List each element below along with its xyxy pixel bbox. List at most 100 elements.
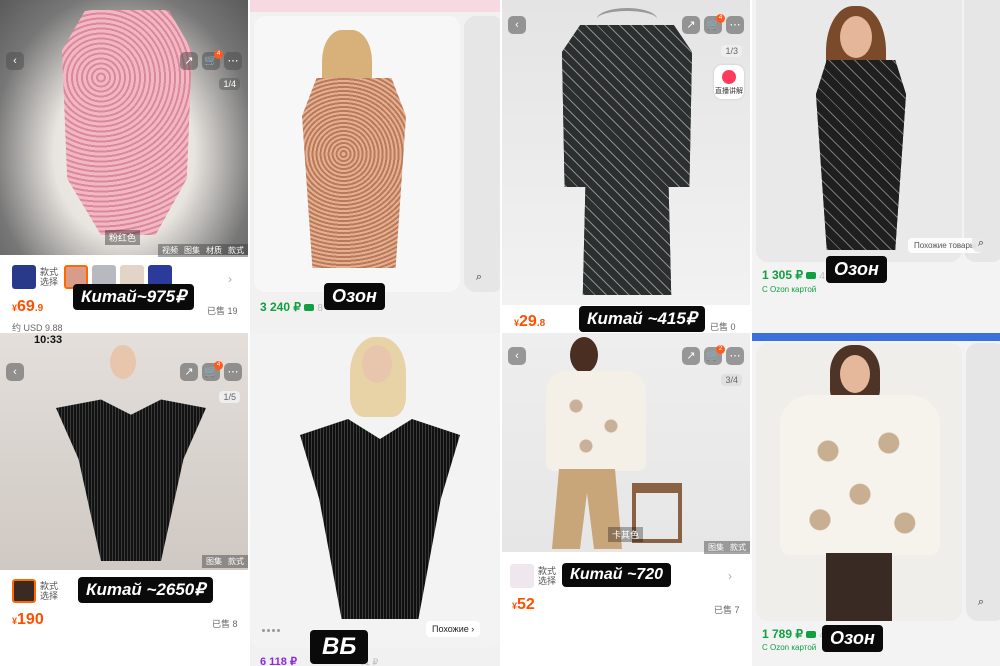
- style-thumb[interactable]: [510, 564, 534, 588]
- black-fringe-dress: [300, 419, 460, 619]
- price: 1 789 ₽ 4: [762, 627, 825, 641]
- product-photo[interactable]: [756, 0, 962, 262]
- tab-gallery[interactable]: 图集: [206, 556, 222, 567]
- price-tag-overlay: ВБ: [310, 630, 369, 664]
- price-tag-overlay: Озон: [324, 283, 385, 310]
- price: ¥69.9: [12, 298, 44, 315]
- tab-video[interactable]: 视频: [162, 245, 178, 256]
- sold-count: 已售 0: [710, 322, 736, 332]
- heart-sweater: [780, 395, 940, 555]
- similar-products-button[interactable]: Похожие товары: [908, 238, 982, 253]
- ozon-card-label: С Ozon картой: [762, 285, 817, 294]
- media-tabs: 图集 款式: [202, 555, 248, 568]
- rosegold-sequin-dress: [302, 78, 406, 268]
- black-velvet-dress: [816, 60, 906, 250]
- more-icon[interactable]: ⋯: [224, 363, 242, 381]
- image-search-icon[interactable]: ⌕: [970, 591, 992, 613]
- product-photo[interactable]: [254, 16, 460, 292]
- product-photo[interactable]: [756, 343, 962, 621]
- wallet-icon: [304, 304, 314, 312]
- image-counter: 1/5: [219, 391, 240, 403]
- tab-style[interactable]: 款式: [228, 245, 244, 256]
- sold-count: 已售 8: [212, 619, 238, 629]
- model-trousers: [826, 553, 892, 621]
- wallet-icon: [806, 272, 816, 280]
- sold-count: 已售 19: [207, 306, 238, 316]
- price-tag-overlay: Озон: [826, 256, 887, 283]
- style-thumb[interactable]: [12, 579, 36, 603]
- price: 3 240 ₽ 8: [260, 300, 323, 314]
- similar-button[interactable]: Похожие ›: [426, 621, 481, 637]
- chevron-right-icon[interactable]: ›: [228, 272, 232, 286]
- media-tabs: 视频 图集 材质 款式: [158, 244, 248, 257]
- more-icon[interactable]: ⋯: [224, 52, 242, 70]
- product-photo[interactable]: [502, 0, 750, 305]
- cart-badge: 4: [214, 50, 223, 59]
- tab-material[interactable]: 材质: [206, 245, 222, 256]
- product-panel-ozon-black-velvet[interactable]: Похожие товары ⌕ 1 305 ₽ 4 С Ozon картой…: [752, 0, 1000, 333]
- product-photo[interactable]: [502, 333, 750, 552]
- style-selector[interactable]: 款式 选择: [510, 564, 558, 588]
- back-icon[interactable]: ‹: [6, 363, 24, 381]
- variant-caption: 卡其色: [608, 527, 644, 542]
- price: 1 305 ₽ 4: [762, 268, 825, 282]
- style-thumb[interactable]: [12, 265, 36, 289]
- sold-count: 已售 7: [714, 605, 740, 615]
- tab-gallery[interactable]: 图集: [708, 542, 724, 553]
- share-icon[interactable]: ↗: [682, 16, 700, 34]
- image-counter: 1/4: [219, 78, 240, 90]
- black-diamond-dress: [562, 25, 692, 295]
- live-icon: [722, 70, 736, 84]
- price: ¥52: [512, 596, 535, 613]
- chevron-right-icon[interactable]: ›: [728, 569, 732, 583]
- product-photo[interactable]: [0, 0, 248, 255]
- share-icon[interactable]: ↗: [682, 347, 700, 365]
- heart-sweater: [546, 371, 646, 471]
- product-panel-china-black-diamond[interactable]: ‹ ↗ 🛒 4 ⋯ 1/3 直播讲解 ¥29.8 已售 0 Китай ~415…: [502, 0, 750, 333]
- tab-gallery[interactable]: 图集: [184, 245, 200, 256]
- variant-caption: 粉红色: [105, 230, 141, 245]
- price-tag-overlay: Китай ~2650₽: [78, 577, 214, 603]
- product-panel-china-black-fringe[interactable]: 10:33 ‹ ↗ 🛒 4 ⋯ 1/5 图集 款式 款式 选择 ¥190 已售 …: [0, 333, 248, 666]
- product-panel-ozon-heart-sweater[interactable]: ⌕ 1 789 ₽ 4 С Ozon картой Озон: [752, 333, 1000, 666]
- back-icon[interactable]: ‹: [508, 347, 526, 365]
- cart-badge: 2: [716, 345, 725, 354]
- product-panel-wb-black-fringe[interactable]: Похожие › 6 118 ₽ 01 ₽ ВБ: [250, 333, 500, 666]
- product-photo[interactable]: [250, 333, 500, 648]
- model-head: [840, 16, 872, 58]
- price: ¥190: [12, 611, 44, 628]
- next-product-preview[interactable]: [964, 0, 1000, 262]
- more-icon[interactable]: ⋯: [726, 16, 744, 34]
- model-head: [110, 345, 136, 379]
- carousel-dots: [262, 629, 284, 633]
- pink-sequin-dress: [62, 10, 192, 235]
- share-icon[interactable]: ↗: [180, 363, 198, 381]
- cart-badge: 4: [214, 361, 223, 370]
- media-tabs: 图集 款式: [704, 541, 750, 554]
- model-head: [840, 355, 870, 393]
- price-tag-overlay: Китай~975₽: [73, 284, 194, 310]
- model-head: [570, 337, 598, 373]
- ozon-card-label: С Ozon картой: [762, 643, 817, 652]
- tab-style[interactable]: 款式: [228, 556, 244, 567]
- back-icon[interactable]: ‹: [6, 52, 24, 70]
- image-search-icon[interactable]: ⌕: [468, 266, 490, 288]
- product-panel-ozon-rosegold[interactable]: ⌕ 3 240 ₽ 8 Озон: [250, 0, 500, 333]
- live-explain-button[interactable]: 直播讲解: [714, 65, 744, 99]
- top-strip: [752, 333, 1000, 341]
- top-strip: [250, 0, 500, 12]
- product-panel-china-pink[interactable]: ‹ ↗ 🛒 4 ⋯ 1/4 粉红色 视频 图集 材质 款式 款式 选择 › ¥6…: [0, 0, 248, 333]
- image-search-icon[interactable]: ⌕: [972, 234, 990, 252]
- style-label: 款式 选择: [40, 581, 59, 601]
- back-icon[interactable]: ‹: [508, 16, 526, 34]
- next-product-preview[interactable]: [966, 343, 1000, 621]
- tab-style[interactable]: 款式: [730, 542, 746, 553]
- style-selector[interactable]: 款式 选择: [12, 579, 60, 603]
- next-product-preview[interactable]: [464, 16, 500, 292]
- more-icon[interactable]: ⋯: [726, 347, 744, 365]
- status-time: 10:33: [34, 334, 63, 346]
- price-tag-overlay: Китай ~415₽: [579, 306, 705, 332]
- product-panel-china-heart-sweater[interactable]: ‹ ↗ 🛒 2 ⋯ 3/4 卡其色 图集 款式 款式 选择 › ¥52 已售 7…: [502, 333, 750, 666]
- wallet-icon: [806, 631, 816, 639]
- share-icon[interactable]: ↗: [180, 52, 198, 70]
